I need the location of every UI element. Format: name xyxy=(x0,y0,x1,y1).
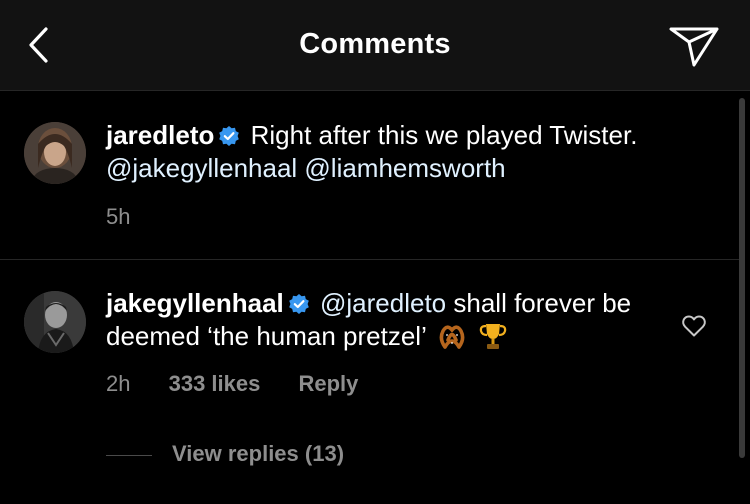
comment-body: Right after this we played Twister. xyxy=(250,120,638,150)
comment-text: jaredleto Right after this we played Twi… xyxy=(106,119,706,185)
page-title: Comments xyxy=(299,28,451,60)
comment-text: jakegyllenhaal @jaredleto shall forever … xyxy=(106,287,666,353)
comment-meta: 5h xyxy=(106,204,162,230)
timestamp: 2h xyxy=(106,371,131,396)
mention-link[interactable]: @jaredleto xyxy=(320,288,446,318)
comment-meta: 2h 333 likes Reply xyxy=(106,371,390,397)
avatar[interactable] xyxy=(24,291,86,353)
comment-item: jaredleto Right after this we played Twi… xyxy=(0,91,740,260)
username[interactable]: jakegyllenhaal xyxy=(106,288,284,318)
username[interactable]: jaredleto xyxy=(106,120,214,150)
avatar[interactable] xyxy=(24,122,86,184)
reply-button[interactable]: Reply xyxy=(298,371,358,396)
top-bar: Comments xyxy=(0,0,750,91)
comment-item: jakegyllenhaal @jaredleto shall forever … xyxy=(0,260,740,504)
likes-count[interactable]: 333 likes xyxy=(169,371,261,396)
pretzel-icon xyxy=(439,325,465,349)
send-icon[interactable] xyxy=(668,24,720,68)
view-replies-label: View replies (13) xyxy=(172,441,345,466)
mention-links[interactable]: @jakegyllenhaal @liamhemsworth xyxy=(106,153,506,183)
heart-icon[interactable] xyxy=(681,314,707,338)
verified-badge-icon xyxy=(288,294,309,314)
trophy-icon xyxy=(480,324,507,349)
timestamp: 5h xyxy=(106,204,131,229)
divider-line xyxy=(106,455,152,456)
verified-badge-icon xyxy=(219,126,240,146)
scrollbar[interactable] xyxy=(739,98,745,458)
